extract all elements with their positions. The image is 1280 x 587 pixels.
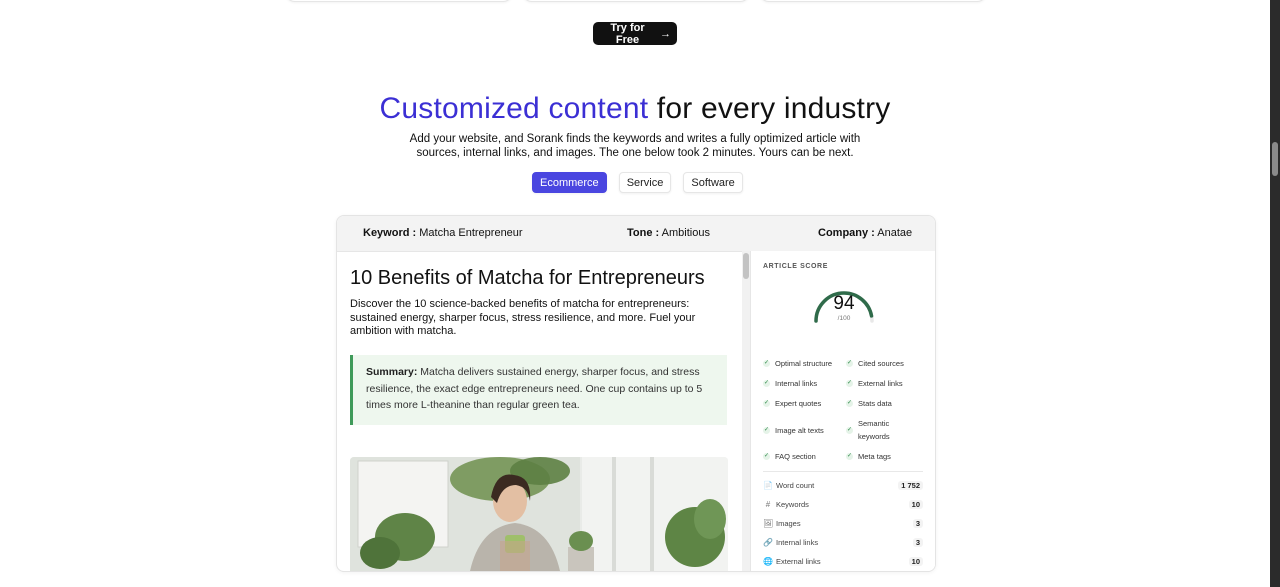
check-label: Internal links: [775, 379, 818, 388]
previous-card-1: [285, 0, 513, 2]
summary-box: Summary: Matcha delivers sustained energ…: [350, 355, 727, 425]
company-value: Anatae: [877, 227, 913, 239]
stats-divider: [763, 471, 923, 472]
check-icon: ✓: [846, 400, 853, 407]
stat-row: 🌐 External links 10: [763, 555, 923, 568]
check-label: Optimal structure: [775, 359, 833, 368]
stat-row: 📄 Word count 1 752: [763, 479, 923, 492]
tone-info: Tone : Ambitious: [627, 227, 710, 239]
tab-software[interactable]: Software: [683, 172, 743, 193]
check-icon: ✓: [846, 426, 853, 434]
article-preview-panel: Keyword : Matcha Entrepreneur Tone : Amb…: [336, 215, 936, 572]
stat-value: 3: [912, 519, 923, 528]
check-label: External links: [858, 379, 903, 388]
article-lead: Discover the 10 science-backed benefits …: [350, 298, 696, 337]
globe-icon: 🌐: [763, 557, 773, 566]
check-item: ✓ Image alt texts: [763, 424, 824, 437]
score-max: /100: [837, 315, 851, 322]
hash-icon: #: [765, 500, 771, 509]
check-label: Image alt texts: [775, 426, 824, 435]
keyword-label: Keyword :: [363, 227, 417, 239]
stat-value: 10: [908, 500, 923, 509]
check-item: ✓ External links: [846, 377, 903, 390]
previous-card-2: [522, 0, 750, 2]
summary-label: Summary:: [366, 366, 418, 378]
page-scrollbar-thumb[interactable]: [1272, 142, 1278, 176]
image-icon: 🖼: [763, 519, 774, 528]
article-score-sidebar: ARTICLE SCORE 94 /100 ✓ Optimal structure…: [750, 251, 935, 571]
article-score-label: ARTICLE SCORE: [763, 263, 828, 270]
company-info: Company : Anatae: [818, 227, 912, 239]
score-value: 94: [833, 293, 855, 314]
stat-label: Word count: [776, 481, 815, 490]
subtitle-line-2: sources, internal links, and images. The…: [416, 147, 854, 159]
keyword-info: Keyword : Matcha Entrepreneur: [363, 227, 523, 239]
check-label: Cited sources: [858, 359, 904, 368]
woman-drinking-matcha-illustration: [350, 457, 728, 571]
arrow-right-icon: →: [660, 27, 671, 40]
stat-row: 🖼 Images 3: [763, 517, 923, 530]
check-label: Expert quotes: [775, 399, 822, 408]
check-icon: ✓: [763, 380, 770, 387]
article-content[interactable]: 10 Benefits of Matcha for Entrepreneurs …: [337, 251, 749, 571]
subtitle-line-1: Add your website, and Sorank finds the k…: [409, 133, 861, 145]
check-item: ✓ Cited sources: [846, 357, 904, 370]
article-hero-image: [350, 457, 728, 571]
check-icon: ✓: [763, 427, 770, 434]
tab-ecommerce[interactable]: Ecommerce: [532, 172, 607, 193]
check-icon: ✓: [763, 400, 770, 407]
check-item: ✓ Meta tags: [846, 450, 891, 463]
tab-service[interactable]: Service: [618, 172, 672, 193]
check-label: Semantic keywords: [858, 419, 890, 441]
check-item: ✓ Expert quotes: [763, 397, 821, 410]
stat-value: 3: [912, 538, 923, 547]
check-icon: ✓: [846, 360, 853, 367]
section-subtitle: Add your website, and Sorank finds the k…: [400, 132, 870, 160]
tone-label: Tone :: [627, 227, 660, 239]
panel-header: Keyword : Matcha Entrepreneur Tone : Amb…: [337, 216, 935, 252]
section-title-rest: for every industry: [648, 92, 891, 125]
link-icon: 🔗: [763, 538, 773, 547]
check-icon: ✓: [846, 380, 853, 387]
section-title-accent: Customized content: [379, 92, 649, 125]
tone-value: Ambitious: [661, 227, 710, 239]
stat-row: 🔗 Internal links 3: [763, 536, 923, 549]
check-label: Meta tags: [858, 452, 891, 461]
company-label: Company :: [818, 227, 875, 239]
keyword-value: Matcha Entrepreneur: [419, 227, 523, 239]
check-item: ✓ Stats data: [846, 397, 892, 410]
check-item: ✓ Internal links: [763, 377, 817, 390]
check-item: ✓ Semantic keywords: [846, 417, 916, 443]
check-icon: ✓: [846, 453, 853, 460]
previous-card-3: [759, 0, 987, 2]
summary-text: Matcha delivers sustained energy, sharpe…: [366, 366, 703, 411]
section-title: Customized content for every industry: [0, 92, 1270, 126]
check-icon: ✓: [763, 360, 770, 367]
check-item: ✓ Optimal structure: [763, 357, 832, 370]
check-icon: ✓: [763, 453, 770, 460]
stat-label: Internal links: [776, 538, 819, 547]
page-scrollbar[interactable]: [1270, 0, 1280, 587]
stat-label: External links: [776, 557, 821, 566]
stat-label: Keywords: [776, 500, 809, 509]
document-icon: 📄: [763, 481, 773, 490]
article-scrollbar-thumb[interactable]: [743, 253, 749, 279]
check-label: Stats data: [858, 399, 892, 408]
check-label: FAQ section: [775, 452, 816, 461]
stat-label: Images: [776, 519, 801, 528]
check-item: ✓ FAQ section: [763, 450, 816, 463]
try-for-free-label: Try for Free: [610, 21, 645, 46]
article-scrollbar[interactable]: [742, 251, 750, 571]
article-title: 10 Benefits of Matcha for Entrepreneurs: [350, 267, 705, 289]
stat-value: 1 752: [898, 481, 923, 490]
stat-row: # Keywords 10: [763, 498, 923, 511]
industry-tabs: Ecommerce Service Software: [532, 172, 743, 193]
stat-value: 10: [908, 557, 923, 566]
try-for-free-button[interactable]: Try for Free →: [593, 21, 677, 46]
